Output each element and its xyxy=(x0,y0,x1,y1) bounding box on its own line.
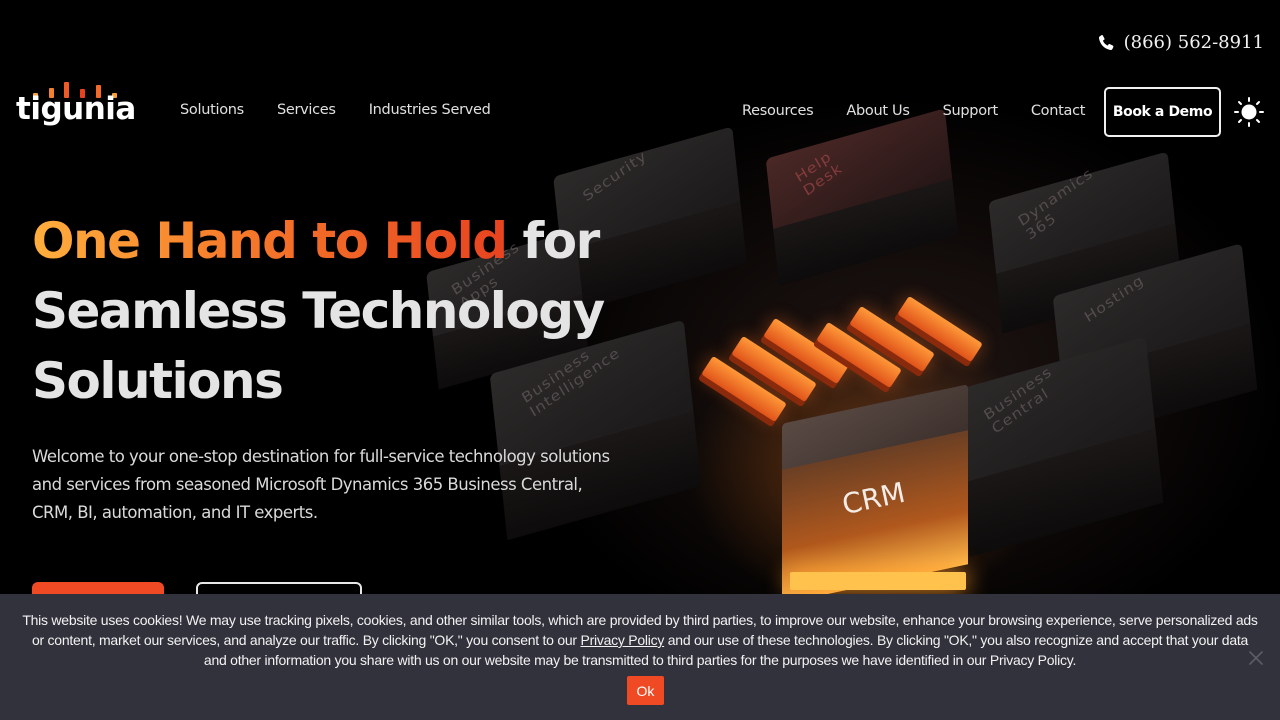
logo-text: tigunia xyxy=(16,91,136,127)
close-icon[interactable] xyxy=(1247,649,1265,667)
primary-nav-right: Resources About Us Support Contact xyxy=(742,103,1085,119)
cookie-message: This website uses cookies! We may use tr… xyxy=(20,610,1260,670)
nav-item-solutions[interactable]: Solutions xyxy=(180,102,244,118)
sun-icon[interactable] xyxy=(1234,97,1264,127)
nav-item-contact[interactable]: Contact xyxy=(1031,103,1086,119)
tigunia-logo[interactable]: tigunia xyxy=(16,82,136,128)
headline-accent: One Hand to Hold xyxy=(32,212,508,270)
nav-item-services[interactable]: Services xyxy=(277,102,336,118)
phone-contact[interactable]: (866) 562-8911 xyxy=(1096,32,1264,53)
book-demo-button[interactable]: Book a Demo xyxy=(1104,87,1221,137)
hero-headline: One Hand to Hold for Seamless Technology… xyxy=(32,206,652,416)
nav-item-industries-served[interactable]: Industries Served xyxy=(369,102,491,118)
nav-item-support[interactable]: Support xyxy=(943,103,999,119)
nav-item-about-us[interactable]: About Us xyxy=(846,103,910,119)
phone-icon xyxy=(1098,34,1114,50)
nav-item-resources[interactable]: Resources xyxy=(742,103,814,119)
cookie-consent-banner: This website uses cookies! We may use tr… xyxy=(0,594,1280,720)
phone-number[interactable]: (866) 562-8911 xyxy=(1124,32,1264,53)
cube-crm: CRM xyxy=(782,384,968,604)
cube-help-desk: Help Desk xyxy=(765,108,959,286)
primary-nav-left: Solutions Services Industries Served xyxy=(180,102,491,118)
headline-line2: Seamless Technology xyxy=(32,282,605,340)
privacy-policy-link[interactable]: Privacy Policy xyxy=(580,632,664,648)
hero-intro: Welcome to your one-stop destination for… xyxy=(32,447,610,522)
headline-line1-rest: for xyxy=(506,212,601,270)
headline-line3: Solutions xyxy=(32,352,284,410)
cookie-ok-button[interactable]: Ok xyxy=(627,676,664,705)
